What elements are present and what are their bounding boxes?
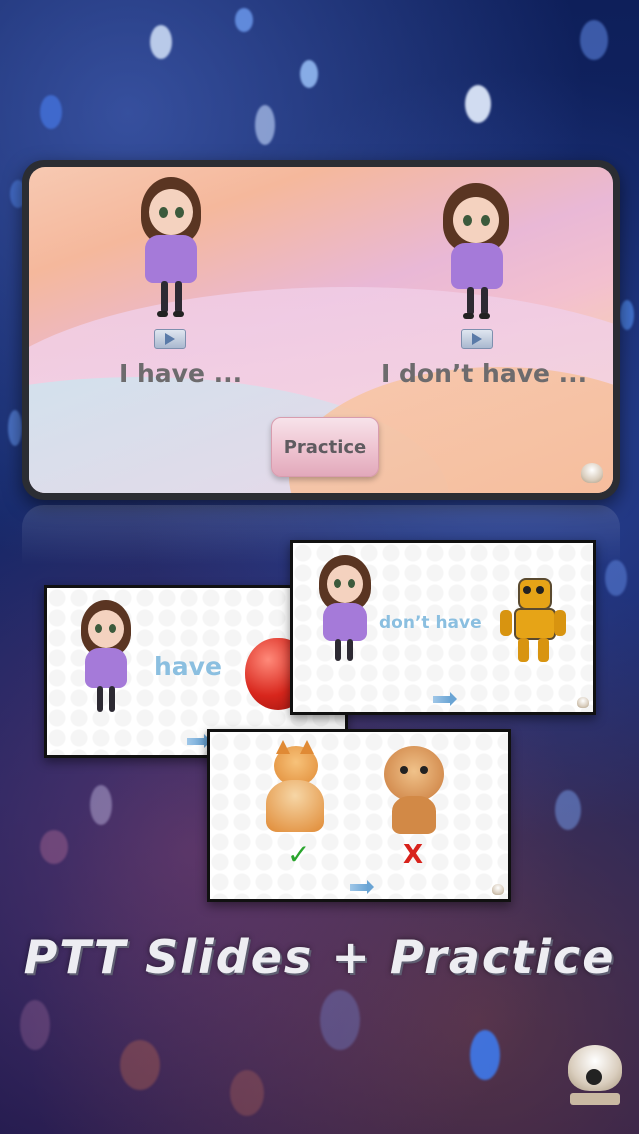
- girl-happy-illustration: [137, 177, 207, 322]
- dog-illustration: [382, 746, 446, 836]
- slide-check: ✓ X: [207, 729, 511, 902]
- main-slide-frame: I have ... I don’t have ... Practice: [22, 160, 620, 500]
- next-arrow-icon[interactable]: [433, 692, 457, 706]
- girl-sad-illustration: [317, 555, 375, 667]
- caption-i-have: I have ...: [119, 359, 243, 388]
- shell-logo-icon: [577, 697, 589, 708]
- banner-title: PTT Slides + Practice: [23, 930, 616, 984]
- girl-happy-illustration: [79, 600, 139, 720]
- kitten-illustration: [260, 740, 330, 834]
- next-arrow-icon[interactable]: [350, 880, 374, 894]
- brand-shell-logo-icon: [566, 1045, 624, 1113]
- word-have: have: [154, 652, 222, 681]
- shell-logo-icon: [492, 884, 504, 895]
- caption-i-dont-have: I don’t have ...: [381, 359, 588, 388]
- main-slide: I have ... I don’t have ... Practice: [29, 167, 613, 493]
- play-icon: [472, 333, 482, 345]
- play-audio-button-right[interactable]: [461, 329, 493, 349]
- play-icon: [165, 333, 175, 345]
- play-audio-button-left[interactable]: [154, 329, 186, 349]
- next-arrow-icon[interactable]: [187, 734, 211, 748]
- robot-illustration: [498, 578, 570, 664]
- cross-mark-icon: X: [403, 840, 424, 870]
- check-mark-icon: ✓: [287, 838, 311, 871]
- practice-button[interactable]: Practice: [271, 417, 379, 477]
- slide-dont-have: don’t have: [290, 540, 596, 715]
- shell-logo-icon: [581, 463, 603, 483]
- girl-sad-illustration: [441, 183, 513, 323]
- word-dont-have: don’t have: [379, 613, 482, 633]
